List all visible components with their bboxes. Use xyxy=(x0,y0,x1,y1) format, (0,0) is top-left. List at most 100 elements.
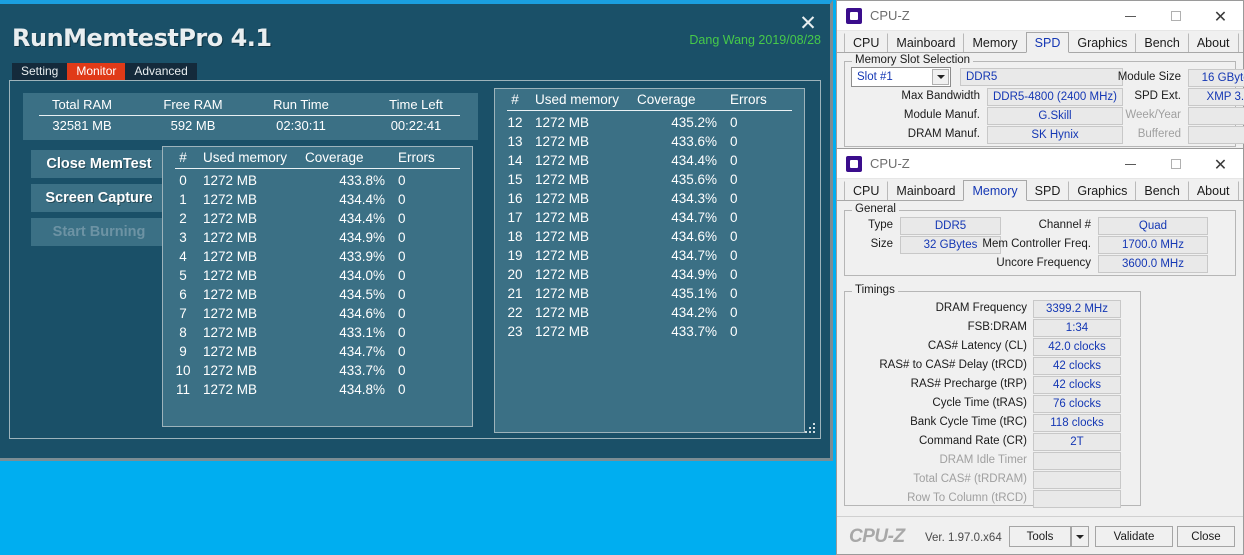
thread-used-memory: 1272 MB xyxy=(203,361,299,380)
command-rate-cr-value: 2T xyxy=(1033,433,1121,451)
summary-header-row: Total RAM Free RAM Run Time Time Left xyxy=(23,93,478,115)
thread-errors: 0 xyxy=(717,151,777,170)
tab-about[interactable]: About xyxy=(1188,33,1239,52)
tab-mainboard[interactable]: Mainboard xyxy=(887,33,964,52)
tab-graphics[interactable]: Graphics xyxy=(1068,181,1136,200)
table-row: 71272 MB434.6%0 xyxy=(163,304,472,323)
tools-dropdown-arrow-icon[interactable] xyxy=(1071,526,1089,547)
tab-spd[interactable]: SPD xyxy=(1026,32,1070,53)
summary-header-total-ram: Total RAM xyxy=(23,93,141,115)
minimize-icon[interactable] xyxy=(1108,149,1153,179)
table-row: 01272 MB433.8%0 xyxy=(163,171,472,190)
cycle-time-tras-value: 76 clocks xyxy=(1033,395,1121,413)
close-memtest-button[interactable]: Close MemTest xyxy=(31,150,167,178)
author-credit: Dang Wang 2019/08/28 xyxy=(689,33,821,47)
column-header-coverage: Coverage xyxy=(299,150,385,165)
slot-select-dropdown[interactable]: Slot #1 xyxy=(851,67,951,87)
cpuz-spd-window-controls: ✕ xyxy=(1108,1,1243,31)
thread-coverage: 434.6% xyxy=(631,227,717,246)
close-icon[interactable]: ✕ xyxy=(1198,149,1243,179)
tab-monitor[interactable]: Monitor xyxy=(67,63,125,80)
thread-index: 15 xyxy=(495,170,535,189)
maximize-icon[interactable] xyxy=(1153,1,1198,31)
dram-manufacturer-label: DRAM Manuf. xyxy=(870,128,980,140)
screen-capture-button[interactable]: Screen Capture xyxy=(31,184,167,212)
table-row: 211272 MB435.1%0 xyxy=(495,284,804,303)
thread-table-right: # Used memory Coverage Errors 121272 MB4… xyxy=(494,88,805,433)
thread-errors: 0 xyxy=(717,246,777,265)
thread-coverage: 435.1% xyxy=(631,284,717,303)
tools-button[interactable]: Tools xyxy=(1009,526,1071,547)
tab-bench[interactable]: Bench xyxy=(1135,181,1188,200)
minimize-icon[interactable] xyxy=(1108,1,1153,31)
tab-spd[interactable]: SPD xyxy=(1026,181,1070,200)
resize-grip[interactable] xyxy=(803,422,816,435)
tab-setting[interactable]: Setting xyxy=(12,63,67,80)
thread-errors: 0 xyxy=(385,342,445,361)
thread-used-memory: 1272 MB xyxy=(203,323,299,342)
row-to-column-trcd-label: Row To Column (tRCD) xyxy=(847,492,1027,504)
thread-coverage: 434.7% xyxy=(631,208,717,227)
thread-index: 13 xyxy=(495,132,535,151)
thread-used-memory: 1272 MB xyxy=(203,209,299,228)
thread-index: 2 xyxy=(163,209,203,228)
tab-memory[interactable]: Memory xyxy=(963,33,1026,52)
week-year-label: Week/Year xyxy=(1047,109,1181,121)
column-header-index: # xyxy=(495,92,535,107)
thread-used-memory: 1272 MB xyxy=(203,247,299,266)
table-header-row: # Used memory Coverage Errors xyxy=(163,147,472,165)
table-row: 131272 MB433.6%0 xyxy=(495,132,804,151)
module-manufacturer-label: Module Manuf. xyxy=(870,109,980,121)
cas-latency-cl-value: 42.0 clocks xyxy=(1033,338,1121,356)
channel-count-label: Channel # xyxy=(995,219,1091,231)
thread-errors: 0 xyxy=(717,284,777,303)
summary-header-free-ram: Free RAM xyxy=(141,93,245,115)
tab-advanced[interactable]: Advanced xyxy=(125,63,196,80)
thread-coverage: 433.9% xyxy=(299,247,385,266)
thread-index: 17 xyxy=(495,208,535,227)
tab-about[interactable]: About xyxy=(1188,181,1239,200)
action-buttons: Close MemTest Screen Capture Start Burni… xyxy=(31,150,167,252)
thread-errors: 0 xyxy=(385,228,445,247)
ras-precharge-trp-value: 42 clocks xyxy=(1033,376,1121,394)
monitor-panel: Total RAM Free RAM Run Time Time Left 32… xyxy=(9,80,821,439)
thread-used-memory: 1272 MB xyxy=(535,246,631,265)
thread-index: 6 xyxy=(163,285,203,304)
thread-errors: 0 xyxy=(385,361,445,380)
close-icon[interactable]: ✕ xyxy=(1198,1,1243,31)
uncore-frequency-value: 3600.0 MHz xyxy=(1098,255,1208,273)
tab-graphics[interactable]: Graphics xyxy=(1068,33,1136,52)
table-row: 61272 MB434.5%0 xyxy=(163,285,472,304)
thread-coverage: 434.7% xyxy=(631,246,717,265)
validate-button[interactable]: Validate xyxy=(1095,526,1173,547)
thread-used-memory: 1272 MB xyxy=(203,190,299,209)
thread-coverage: 434.4% xyxy=(299,209,385,228)
summary-value-total-ram: 32581 MB xyxy=(23,115,141,137)
thread-used-memory: 1272 MB xyxy=(535,189,631,208)
table-row: 31272 MB434.9%0 xyxy=(163,228,472,247)
tab-mainboard[interactable]: Mainboard xyxy=(887,181,964,200)
cpuz-version: Ver. 1.97.0.x64 xyxy=(925,532,1002,544)
thread-errors: 0 xyxy=(385,209,445,228)
cpuz-app-icon xyxy=(846,156,862,172)
memory-slot-selection-title: Memory Slot Selection xyxy=(852,54,973,66)
summary-header-run-time: Run Time xyxy=(245,93,357,115)
dram-frequency-label: DRAM Frequency xyxy=(847,302,1027,314)
table-row: 91272 MB434.7%0 xyxy=(163,342,472,361)
max-bandwidth-label: Max Bandwidth xyxy=(870,90,980,102)
tab-cpu[interactable]: CPU xyxy=(844,181,888,200)
tab-cpu[interactable]: CPU xyxy=(844,33,888,52)
uncore-frequency-label: Uncore Frequency xyxy=(980,257,1091,269)
thread-coverage: 433.7% xyxy=(631,322,717,341)
thread-index: 20 xyxy=(495,265,535,284)
ras-to-cas-delay-trcd-label: RAS# to CAS# Delay (tRCD) xyxy=(847,359,1027,371)
close-button[interactable]: Close xyxy=(1177,526,1235,547)
table-row: 81272 MB433.1%0 xyxy=(163,323,472,342)
memory-type-label: Type xyxy=(849,219,893,231)
tab-bench[interactable]: Bench xyxy=(1135,33,1188,52)
tab-memory[interactable]: Memory xyxy=(963,180,1026,201)
maximize-icon[interactable] xyxy=(1153,149,1198,179)
thread-coverage: 433.1% xyxy=(299,323,385,342)
cas-latency-cl-label: CAS# Latency (CL) xyxy=(847,340,1027,352)
chevron-down-icon[interactable] xyxy=(932,69,949,85)
